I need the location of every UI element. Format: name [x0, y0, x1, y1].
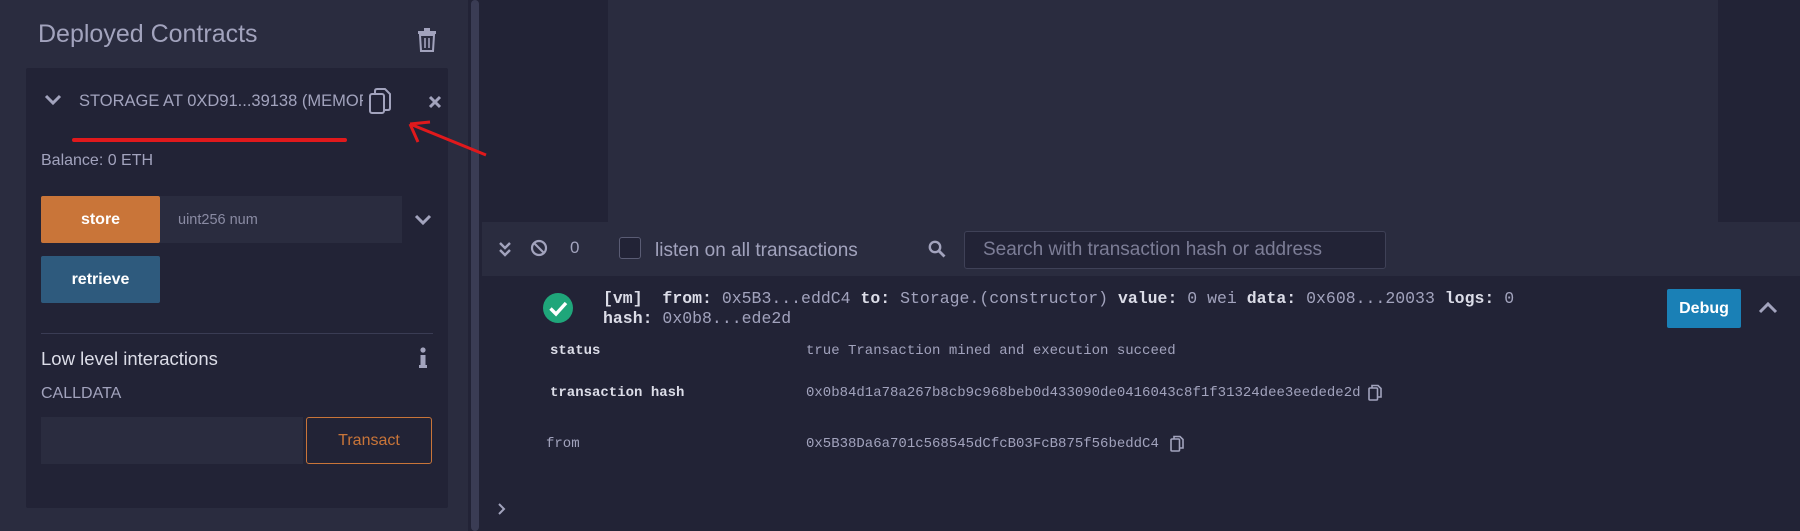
- panel-title: Deployed Contracts: [38, 20, 258, 48]
- info-icon[interactable]: [418, 347, 428, 369]
- retrieve-button[interactable]: retrieve: [41, 256, 160, 303]
- status-value: true Transaction mined and execution suc…: [806, 343, 1176, 359]
- clear-console-icon[interactable]: [530, 239, 548, 257]
- scrollbar[interactable]: [468, 0, 482, 531]
- chevron-up-icon[interactable]: [1758, 302, 1778, 314]
- contract-balance: Balance: 0 ETH: [41, 152, 154, 169]
- store-num-input[interactable]: [160, 196, 402, 243]
- vm-tag: [vm]: [603, 289, 643, 308]
- calldata-input[interactable]: [41, 417, 303, 464]
- listen-label[interactable]: listen on all transactions: [655, 240, 858, 262]
- editor-gutter: [482, 0, 608, 222]
- transaction-summary[interactable]: [vm] from: 0x5B3...eddC4 to: Storage.(co…: [603, 289, 1514, 308]
- logs-value: 0: [1504, 289, 1515, 308]
- logs-key: logs:: [1444, 289, 1495, 308]
- chevron-down-icon[interactable]: [44, 94, 62, 106]
- copy-icon[interactable]: [1170, 435, 1184, 452]
- contract-name: STORAGE AT 0XD91...39138 (MEMORY): [79, 92, 363, 110]
- copy-address-icon[interactable]: [368, 88, 392, 116]
- data-key: data:: [1246, 289, 1297, 308]
- trash-icon[interactable]: [416, 28, 438, 52]
- from-address-value: 0x5B38Da6a701c568545dCfcB03FcB875f56bedd…: [806, 436, 1159, 452]
- store-button[interactable]: store: [41, 196, 160, 243]
- calldata-label: CALLDATA: [41, 385, 122, 402]
- scrollbar-thumb[interactable]: [471, 0, 479, 531]
- double-chevron-down-icon[interactable]: [498, 241, 512, 257]
- editor-content[interactable]: [608, 0, 1718, 222]
- low-level-interactions-title: Low level interactions: [41, 348, 218, 369]
- data-value: 0x608...20033: [1306, 289, 1435, 308]
- editor-minimap: [1718, 0, 1800, 222]
- transaction-hash-summary: hash: 0x0b8...ede2d: [603, 309, 791, 328]
- transact-button[interactable]: Transact: [306, 417, 432, 464]
- from-label: from: [546, 436, 580, 452]
- divider: [41, 333, 433, 334]
- status-label: status: [550, 343, 601, 359]
- listen-checkbox[interactable]: [619, 237, 641, 259]
- debug-button[interactable]: Debug: [1667, 289, 1741, 328]
- hash-key: hash:: [603, 309, 653, 328]
- terminal-prompt-icon: [498, 503, 506, 515]
- annotation-arrow: [408, 120, 487, 157]
- search-input[interactable]: [964, 231, 1386, 269]
- copy-icon[interactable]: [1368, 384, 1382, 401]
- transaction-hash-label: transaction hash: [550, 385, 685, 401]
- from-value: 0x5B3...eddC4: [721, 289, 851, 308]
- to-value: Storage.(constructor): [900, 289, 1109, 308]
- from-key: from:: [662, 289, 712, 308]
- deployed-contracts-panel: Deployed Contracts STORAGE AT 0XD91...39…: [0, 0, 468, 531]
- value-key: value:: [1117, 289, 1178, 308]
- annotation-underline: [72, 138, 347, 142]
- close-icon[interactable]: [428, 95, 442, 109]
- deployed-contract-card: STORAGE AT 0XD91...39138 (MEMORY) Balanc…: [26, 68, 448, 508]
- to-key: to:: [860, 289, 891, 308]
- value-value: 0 wei: [1187, 289, 1237, 308]
- pending-transactions-count: 0: [570, 238, 580, 257]
- chevron-down-icon[interactable]: [414, 214, 432, 226]
- success-check-icon: [543, 293, 573, 323]
- contract-header[interactable]: STORAGE AT 0XD91...39138 (MEMORY): [26, 68, 448, 138]
- hash-value: 0x0b8...ede2d: [662, 309, 792, 328]
- search-icon: [928, 240, 946, 258]
- transaction-hash-value: 0x0b84d1a78a267b8cb9c968beb0d433090de041…: [806, 385, 1361, 401]
